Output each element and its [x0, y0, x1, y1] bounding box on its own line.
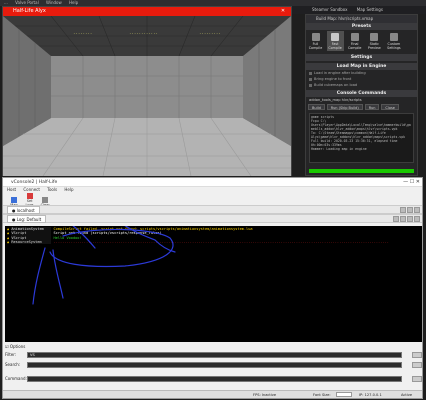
options-toggle[interactable]: ☑ Options: [5, 344, 25, 349]
editor-tab[interactable]: Map Settings: [357, 7, 383, 12]
search-button[interactable]: [412, 362, 422, 368]
submit-button[interactable]: [412, 376, 422, 382]
search-row: Search:: [5, 361, 422, 369]
hand-annotation: [32, 226, 176, 305]
connection-tabbar: ● localhost: [3, 205, 422, 214]
preset-label: Final Compile: [347, 42, 362, 50]
preset-icon: [311, 33, 320, 41]
option-build-cubemaps[interactable]: Build cubemaps on load: [306, 82, 417, 88]
preset-full-compile[interactable]: Full Compile: [307, 31, 324, 51]
font-size-label: Font Size:: [313, 393, 331, 397]
hud-text: ........: [73, 30, 92, 35]
run-skip-build-button[interactable]: Run (Skip Build): [326, 104, 363, 110]
preset-label: Fast Compile: [328, 42, 342, 50]
connection-state: Active: [401, 393, 413, 397]
presets-header: Presets: [306, 23, 417, 30]
presets-row: Full Compile Fast Compile Final Compile …: [306, 30, 417, 51]
checkbox[interactable]: [309, 77, 312, 81]
console-log-output[interactable]: ▲ AnimationSystem CompileScript failed, …: [5, 226, 422, 342]
run-button[interactable]: Run: [364, 104, 380, 110]
tab-control-icon[interactable]: [400, 216, 406, 222]
search-label: Search:: [5, 362, 21, 367]
preset-icon: [350, 33, 359, 41]
hud-text: .........: [199, 30, 221, 35]
tab-control-icon[interactable]: [407, 207, 413, 213]
vconsole-titlebar[interactable]: vConsole2 | Half-Life — ☐ ✕: [3, 178, 422, 187]
command-label: Command:: [5, 376, 27, 381]
build-log-line: Hammer: Loading map in engine: [311, 147, 367, 151]
log-tabbar: ● Log: Default: [3, 214, 422, 223]
tab-log-default[interactable]: ● Log: Default: [7, 215, 47, 223]
settings-header[interactable]: Settings: [306, 54, 417, 61]
tab-control-icon[interactable]: [414, 216, 420, 222]
search-input[interactable]: [27, 362, 402, 368]
top-menu-item[interactable]: Help: [69, 0, 78, 5]
top-menu-item[interactable]: Valve Portal: [15, 0, 39, 5]
game-window: Half-Life Alyx ✕ ........ ............ .…: [2, 6, 292, 176]
tab-localhost[interactable]: ● localhost: [7, 206, 40, 214]
preset-icon: [370, 33, 379, 41]
filter-input[interactable]: VS: [27, 352, 402, 358]
preset-final-compile[interactable]: Final Compile: [346, 31, 363, 51]
fps-status: FPS: Inactive: [253, 393, 277, 397]
tab-control-icon[interactable]: [414, 207, 420, 213]
build-button[interactable]: Build: [308, 104, 325, 110]
preset-icon: [331, 33, 340, 41]
log-tab-controls: [392, 216, 420, 225]
close-icon[interactable]: ✕: [278, 7, 288, 16]
game-window-titlebar[interactable]: Half-Life Alyx ✕: [3, 7, 291, 16]
status-bar: FPS: Inactive Font Size: IP: 127.0.0.1 A…: [3, 390, 422, 398]
build-map-dialog: Build Map: hlvr/scripts.vmap Presets Ful…: [305, 14, 418, 176]
build-log: game scripts Fcpu C:\ Users\Player\AppDa…: [309, 113, 414, 163]
tab-control-icon[interactable]: [400, 207, 406, 213]
close-button[interactable]: Close: [381, 104, 399, 110]
window-controls[interactable]: — ☐ ✕: [403, 178, 420, 187]
command-input[interactable]: [27, 376, 402, 382]
filter-clear-button[interactable]: [412, 352, 422, 358]
menu-help[interactable]: Help: [64, 187, 73, 192]
filter-label: Filter:: [5, 352, 17, 357]
menu-connect[interactable]: Connect: [23, 187, 40, 192]
filter-row: Filter: VS: [5, 351, 422, 359]
vconsole-title: vConsole2 | Half-Life: [11, 180, 58, 185]
menu-host[interactable]: Host: [7, 187, 16, 192]
preset-label: Full Compile: [308, 42, 323, 50]
preset-label: Custom Settings: [387, 42, 401, 50]
game-window-title: Half-Life Alyx: [13, 8, 46, 14]
set-logs-button[interactable]: Set Logs: [23, 193, 37, 207]
tab-control-icon[interactable]: [407, 216, 413, 222]
checkbox[interactable]: [309, 83, 312, 87]
vconsole-toolbar: Map Set Logs Clear: [3, 193, 422, 207]
checkbox[interactable]: [309, 71, 312, 75]
top-menu-item[interactable]: ...: [4, 0, 8, 5]
command-row: Command:: [5, 375, 422, 383]
game-scene: ........ ............ .........: [3, 16, 291, 176]
preset-icon: [389, 33, 398, 41]
preset-static-preview[interactable]: Static Preview: [366, 31, 383, 51]
vconsole-window: vConsole2 | Half-Life — ☐ ✕ Host Connect…: [2, 177, 423, 399]
preset-custom-settings[interactable]: Custom Settings: [385, 31, 402, 51]
hud-text: ............: [129, 30, 158, 35]
editor-toolbar: Steamvr Sandbox Map Settings: [292, 6, 426, 14]
ip-status: IP: 127.0.0.1: [359, 393, 382, 397]
console-commands-header[interactable]: Console Commands: [306, 90, 417, 97]
build-progress-bar: [309, 169, 414, 173]
tab-control-icon[interactable]: [393, 216, 399, 222]
menu-tools[interactable]: Tools: [47, 187, 57, 192]
build-button-row: Build Run (Skip Build) Run Close: [306, 103, 417, 112]
preset-label: Static Preview: [367, 42, 381, 50]
load-map-header[interactable]: Load Map in Engine: [306, 63, 417, 70]
preset-fast-compile[interactable]: Fast Compile: [326, 31, 344, 51]
game-viewport[interactable]: ........ ............ .........: [3, 16, 291, 176]
build-dialog-title: Build Map: hlvr/scripts.vmap: [306, 15, 417, 23]
top-menu-item[interactable]: Window: [46, 0, 62, 5]
editor-tab[interactable]: Steamvr Sandbox: [312, 7, 348, 12]
font-size-stepper[interactable]: [336, 392, 352, 397]
